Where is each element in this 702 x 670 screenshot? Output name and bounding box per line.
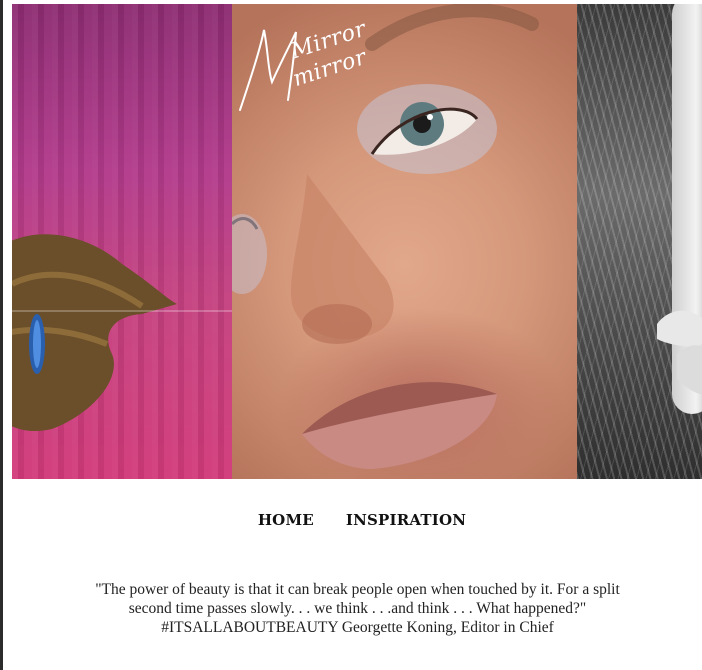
brand-logo[interactable]: Mirror mirror xyxy=(232,10,397,120)
hero-photo-grass xyxy=(577,4,702,479)
feet-illustration xyxy=(657,310,702,395)
nav-inspiration-link[interactable]: INSPIRATION xyxy=(346,511,466,535)
main-nav: HOME INSPIRATION xyxy=(0,511,702,535)
quote-line-3: #ITSALLABOUTBEAUTY Georgette Koning, Edi… xyxy=(161,619,554,636)
mirror-edge xyxy=(12,310,232,312)
quote-line-1: "The power of beauty is that it can brea… xyxy=(95,581,620,598)
quote-line-2: second time passes slowly. . . we think … xyxy=(128,600,587,617)
nav-home-link[interactable]: HOME xyxy=(258,511,314,535)
editor-quote: "The power of beauty is that it can brea… xyxy=(30,580,685,637)
hand-illustration xyxy=(12,234,177,431)
page-left-border xyxy=(0,0,3,670)
hero-photo-pink-hand xyxy=(12,4,232,479)
